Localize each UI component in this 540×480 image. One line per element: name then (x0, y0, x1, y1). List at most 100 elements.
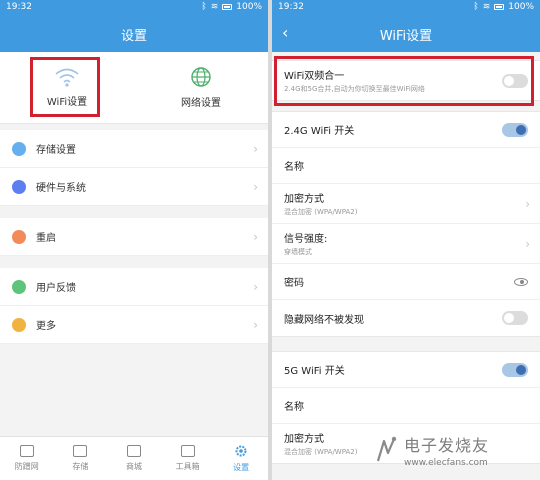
highlight-wifi-settings (30, 57, 100, 117)
settings-screen: 19:32 ᛒ ≋ 100% 设置 WiFi设置 网络设置 存储设置 › 硬件与… (0, 0, 268, 480)
signal-value: 穿墙模式 (284, 248, 312, 256)
feedback-icon (12, 279, 26, 294)
divider (0, 256, 268, 268)
tab-label: 工具箱 (175, 462, 200, 471)
quick-network-settings[interactable]: 网络设置 (134, 52, 268, 123)
wifi-merge-toggle[interactable] (502, 73, 528, 88)
tab-storage[interactable]: 存储 (54, 437, 108, 480)
chevron-right-icon: › (253, 230, 258, 244)
password-label: 密码 (284, 278, 304, 289)
menu-group-1: 存储设置 › 硬件与系统 › (0, 130, 268, 206)
tab-settings[interactable]: 设置 (214, 437, 268, 480)
menu-group-2: 重启 › (0, 218, 268, 256)
band-5g-name-label: 名称 (284, 402, 304, 413)
tab-label: 防蹭网 (14, 462, 39, 471)
shield-icon (19, 445, 34, 457)
encryption-value: 混合加密 (WPA/WPA2) (284, 448, 358, 456)
menu-item-label: 用户反馈 (36, 283, 76, 294)
back-arrow-icon[interactable]: ‹ (282, 24, 288, 42)
screenshot-stage: 19:32 ᛒ ≋ 100% 设置 WiFi设置 网络设置 存储设置 › 硬件与… (0, 0, 540, 480)
band-24-encryption-row[interactable]: 加密方式 混合加密 (WPA/WPA2) › (272, 184, 540, 224)
gear-icon (235, 445, 247, 457)
bluetooth-icon: ᛒ (473, 2, 479, 12)
encryption-text: 加密方式 混合加密 (WPA/WPA2) (284, 190, 357, 217)
band-24-hidden-row[interactable]: 隐藏网络不被发现 (272, 300, 540, 336)
menu-item-hardware[interactable]: 硬件与系统 › (0, 168, 268, 206)
battery-icon (494, 4, 505, 10)
menu-group-3: 用户反馈 › 更多 › (0, 268, 268, 344)
battery-percent: 100% (236, 2, 262, 12)
chevron-right-icon: › (253, 180, 258, 194)
merge-section: WiFi双频合一 2.4G和5G合并,自动为你切换至最佳WiFi网络 (272, 60, 540, 101)
tab-toolbox[interactable]: 工具箱 (161, 437, 215, 480)
menu-item-label: 重启 (36, 233, 56, 244)
divider (0, 206, 268, 218)
band-24-signal-row[interactable]: 信号强度: 穿墙模式 › (272, 224, 540, 264)
menu-item-label: 硬件与系统 (36, 183, 86, 194)
status-icons: ᛒ ≋ 100% (201, 2, 262, 12)
status-icons: ᛒ ≋ 100% (473, 2, 534, 12)
menu-item-label: 更多 (36, 321, 56, 332)
band-24-switch-label: 2.4G WiFi 开关 (284, 126, 355, 137)
band-24-toggle[interactable] (502, 122, 528, 137)
menu-item-restart[interactable]: 重启 › (0, 218, 268, 256)
band-5g-switch-row[interactable]: 5G WiFi 开关 (272, 352, 540, 388)
toolbox-icon (180, 445, 195, 457)
watermark-cn: 电子发烧友 (404, 436, 490, 455)
status-time: 19:32 (278, 2, 304, 12)
globe-icon (191, 67, 211, 87)
chevron-right-icon: › (253, 280, 258, 294)
hardware-icon (12, 179, 26, 194)
page-title: WiFi设置 (379, 28, 433, 44)
wifi-status-icon: ≋ (210, 2, 219, 12)
menu-item-more[interactable]: 更多 › (0, 306, 268, 344)
band-24-name-row[interactable]: 名称 (272, 148, 540, 184)
band-24-section: 2.4G WiFi 开关 名称 加密方式 混合加密 (WPA/WPA2) › 信… (272, 111, 540, 337)
title-bar: ‹ WiFi设置 (272, 16, 540, 52)
tab-store[interactable]: 商城 (107, 437, 161, 480)
band-24-name-label: 名称 (284, 162, 304, 173)
encryption-value: 混合加密 (WPA/WPA2) (284, 208, 358, 216)
chevron-right-icon: › (525, 236, 530, 251)
band-24-password-row[interactable]: 密码 (272, 264, 540, 300)
restart-icon (12, 229, 26, 244)
bluetooth-icon: ᛒ (201, 2, 207, 12)
encryption-label: 加密方式 (284, 434, 324, 445)
wifi-merge-text: WiFi双频合一 2.4G和5G合并,自动为你切换至最佳WiFi网络 (284, 67, 425, 94)
wifi-merge-title: WiFi双频合一 (284, 71, 345, 82)
battery-percent: 100% (508, 2, 534, 12)
band-24-switch-row[interactable]: 2.4G WiFi 开关 (272, 112, 540, 148)
more-icon (12, 317, 26, 332)
quick-network-label: 网络设置 (181, 98, 221, 109)
encryption-text: 加密方式 混合加密 (WPA/WPA2) (284, 430, 357, 457)
eye-icon[interactable] (514, 277, 528, 286)
download-icon (73, 445, 88, 457)
status-time: 19:32 (6, 2, 32, 12)
hidden-network-toggle[interactable] (502, 311, 528, 325)
encryption-label: 加密方式 (284, 194, 324, 205)
tab-anti-leech[interactable]: 防蹭网 (0, 437, 54, 480)
signal-label: 信号强度: (284, 234, 328, 245)
chevron-right-icon: › (525, 196, 530, 211)
tab-label: 存储 (72, 462, 89, 471)
storage-icon (12, 141, 26, 156)
tab-label: 设置 (233, 463, 250, 472)
wifi-status-icon: ≋ (482, 2, 491, 12)
band-5g-toggle[interactable] (502, 362, 528, 377)
chevron-right-icon: › (253, 318, 258, 332)
band-5g-name-row[interactable]: 名称 (272, 388, 540, 424)
band-5g-switch-label: 5G WiFi 开关 (284, 366, 345, 377)
tab-label: 商城 (125, 462, 142, 471)
menu-item-feedback[interactable]: 用户反馈 › (0, 268, 268, 306)
status-bar: 19:32 ᛒ ≋ 100% (272, 0, 540, 16)
menu-item-storage[interactable]: 存储设置 › (0, 130, 268, 168)
bag-icon (126, 445, 141, 457)
wifi-merge-row[interactable]: WiFi双频合一 2.4G和5G合并,自动为你切换至最佳WiFi网络 (272, 61, 540, 100)
bottom-tab-bar: 防蹭网 存储 商城 工具箱 设置 (0, 436, 268, 480)
wifi-settings-screen: 19:32 ᛒ ≋ 100% ‹ WiFi设置 WiFi双频合一 2.4G和5G… (272, 0, 540, 480)
menu-item-label: 存储设置 (36, 145, 76, 156)
wifi-merge-subtitle: 2.4G和5G合并,自动为你切换至最佳WiFi网络 (284, 85, 425, 93)
watermark-text: 电子发烧友 www.elecfans.com (404, 432, 489, 468)
watermark-url: www.elecfans.com (404, 458, 488, 468)
signal-text: 信号强度: 穿墙模式 (284, 230, 327, 257)
